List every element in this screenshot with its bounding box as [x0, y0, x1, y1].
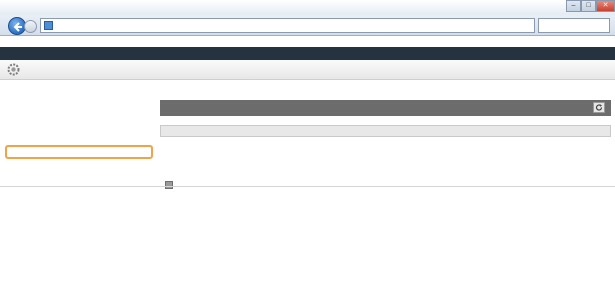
- maximize-button[interactable]: □: [581, 0, 596, 12]
- footer-divider: [0, 186, 615, 187]
- address-tools[interactable]: [538, 18, 610, 33]
- refresh-button[interactable]: [593, 102, 605, 113]
- window-controls: – □ ✕: [566, 0, 615, 13]
- minimize-button[interactable]: –: [566, 0, 581, 12]
- browser-toolbar: [0, 15, 615, 36]
- section-bar: [160, 125, 611, 137]
- page-title-bar: [0, 60, 615, 80]
- refresh-icon: [595, 104, 603, 111]
- gear-icon: [7, 63, 20, 76]
- content-header: [160, 100, 611, 116]
- selected-item-highlight: [5, 145, 153, 159]
- address-bar[interactable]: [40, 18, 535, 33]
- sidebar: [0, 80, 155, 186]
- forward-button[interactable]: [24, 20, 37, 33]
- back-arrow-icon: [13, 22, 22, 32]
- window-titlebar: [0, 0, 615, 15]
- app-header: [0, 47, 615, 60]
- close-button[interactable]: ✕: [596, 0, 615, 12]
- page-icon: [44, 21, 53, 30]
- page-top-icon[interactable]: [165, 181, 173, 189]
